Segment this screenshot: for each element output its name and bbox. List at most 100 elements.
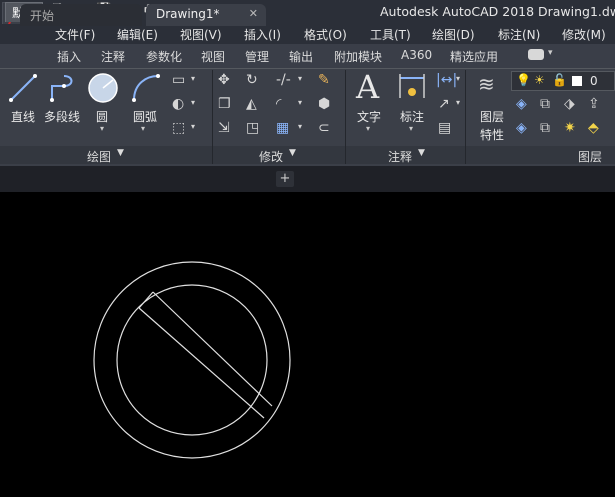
menu-format[interactable]: 格式(O) [304,26,347,43]
draw-panel-title[interactable]: 绘图 [87,148,111,165]
draw-panel-expand-icon[interactable]: ▼ [117,148,124,158]
ribbon-toggle-icon[interactable] [528,49,544,60]
erase-tool-icon[interactable]: ✎ [318,72,330,88]
tab-start[interactable]: 开始 [20,4,142,26]
circle-dropdown-icon[interactable]: ▾ [100,124,104,133]
dimension-tool-icon[interactable] [397,72,427,102]
layer-tool-icon[interactable]: ✷ [564,120,576,136]
tab-featured-apps[interactable]: 精选应用 [450,48,498,65]
layer-tool-icon[interactable]: ⬗ [564,96,575,112]
layers-panel-title[interactable]: 图层 [578,148,602,165]
unlock-icon[interactable]: 🔓 [552,73,567,87]
tab-insert[interactable]: 插入 [57,48,81,65]
copy-tool-icon[interactable]: ❐ [218,96,231,112]
tab-addins[interactable]: 附加模块 [334,48,382,65]
annotation-panel-title[interactable]: 注释 [388,148,412,165]
menu-draw[interactable]: 绘图(D) [432,26,475,43]
arc-tool-icon[interactable] [130,72,162,104]
polyline-tool-label[interactable]: 多段线 [44,108,80,125]
layer-color-swatch [572,76,582,86]
layer-tool-icon[interactable]: ⇪ [588,96,600,112]
tab-annotate[interactable]: 注释 [101,48,125,65]
stretch-tool-icon[interactable]: ⇲ [218,120,230,136]
explode-tool-icon[interactable]: ⬢ [318,96,330,112]
scale-tool-icon[interactable]: ◳ [246,120,259,136]
layer-tool-icon[interactable]: ◈ [516,120,527,136]
tab-output[interactable]: 输出 [289,48,313,65]
modify-panel-expand-icon[interactable]: ▼ [289,148,296,158]
menu-edit[interactable]: 编辑(E) [117,26,158,43]
layer-properties-label-2[interactable]: 特性 [480,126,504,143]
panel-separator [212,70,213,164]
annotation-panel-expand-icon[interactable]: ▼ [418,148,425,158]
polyline-tool-icon[interactable] [48,72,80,104]
text-tool-label[interactable]: 文字 [357,108,381,125]
linear-dimension-dropdown-icon[interactable]: ▾ [456,74,460,83]
circle-tool-label[interactable]: 圆 [96,108,108,125]
arc-tool-label[interactable]: 圆弧 [133,108,157,125]
boundary-tool-icon[interactable]: ⬚ [172,120,185,136]
tab-view[interactable]: 视图 [201,48,225,65]
layer-properties-label[interactable]: 图层 [480,108,504,125]
linear-dimension-icon[interactable]: |↔| [436,72,457,88]
line-tool-label[interactable]: 直线 [11,108,35,125]
move-tool-icon[interactable]: ✥ [218,72,230,88]
text-dropdown-icon[interactable]: ▾ [366,124,370,133]
menu-modify[interactable]: 修改(M) [562,26,606,43]
menu-insert[interactable]: 插入(I) [244,26,281,43]
rectangle-dropdown-icon[interactable]: ▾ [191,74,195,83]
outer-circle[interactable] [93,261,291,459]
slash-line[interactable] [138,291,154,309]
circle-tool-icon[interactable] [87,72,119,104]
array-dropdown-icon[interactable]: ▾ [298,122,302,131]
text-tool-icon[interactable]: A [356,68,379,106]
sun-icon[interactable]: ☀ [534,73,545,87]
dimension-dropdown-icon[interactable]: ▾ [409,124,413,133]
leader-dropdown-icon[interactable]: ▾ [456,98,460,107]
tab-drawing1[interactable]: Drawing1* ✕ [146,4,266,26]
trim-dropdown-icon[interactable]: ▾ [298,74,302,83]
line-tool-icon[interactable] [8,72,38,104]
drawing-canvas[interactable] [0,192,615,494]
layer-tool-icon[interactable]: ◈ [516,96,527,112]
slash-line[interactable] [138,307,265,419]
menu-tools[interactable]: 工具(T) [370,26,411,43]
slash-line[interactable] [152,291,273,407]
ribbon-toggle-dropdown-icon[interactable]: ▾ [548,48,553,58]
fillet-tool-icon[interactable]: ◜ [276,96,281,112]
boundary-dropdown-icon[interactable]: ▾ [191,122,195,131]
layer-tool-icon[interactable]: ⬘ [588,120,599,136]
tab-parametric[interactable]: 参数化 [146,48,182,65]
layer-name: 0 [590,74,598,88]
mirror-tool-icon[interactable]: ◭ [246,96,257,112]
fillet-dropdown-icon[interactable]: ▾ [298,98,302,107]
menu-dimension[interactable]: 标注(N) [498,26,540,43]
lightbulb-icon[interactable]: 💡 [516,73,531,87]
rotate-tool-icon[interactable]: ↻ [246,72,258,88]
trim-tool-icon[interactable]: -/- [276,72,291,88]
offset-tool-icon[interactable]: ⊂ [318,120,330,136]
dimension-tool-label[interactable]: 标注 [400,108,424,125]
leader-tool-icon[interactable]: ↗ [438,96,450,112]
rectangle-tool-icon[interactable]: ▭ [172,72,185,88]
array-tool-icon[interactable]: ▦ [276,120,289,136]
hatch-tool-icon[interactable]: ◐ [172,96,184,112]
layer-tool-icon[interactable]: ⧉ [540,96,550,112]
new-tab-button[interactable]: + [276,171,294,187]
arc-dropdown-icon[interactable]: ▾ [141,124,145,133]
hatch-dropdown-icon[interactable]: ▾ [191,98,195,107]
table-tool-icon[interactable]: ▤ [438,120,451,136]
layer-tool-icon[interactable]: ⧉ [540,120,550,136]
document-title: Drawing1.dwg [538,4,615,19]
tab-start-label: 开始 [30,9,55,23]
layer-properties-icon[interactable]: ≋ [478,72,495,96]
menu-file[interactable]: 文件(F) [55,26,95,43]
tab-manage[interactable]: 管理 [245,48,269,65]
tab-a360[interactable]: A360 [401,48,432,62]
menu-view[interactable]: 视图(V) [180,26,222,43]
panel-separator [345,70,346,164]
panel-separator [465,70,466,164]
close-icon[interactable]: ✕ [249,7,258,20]
layer-dropdown[interactable]: 💡 ☀ 🔓 0 [511,71,615,91]
modify-panel-title[interactable]: 修改 [259,148,283,165]
